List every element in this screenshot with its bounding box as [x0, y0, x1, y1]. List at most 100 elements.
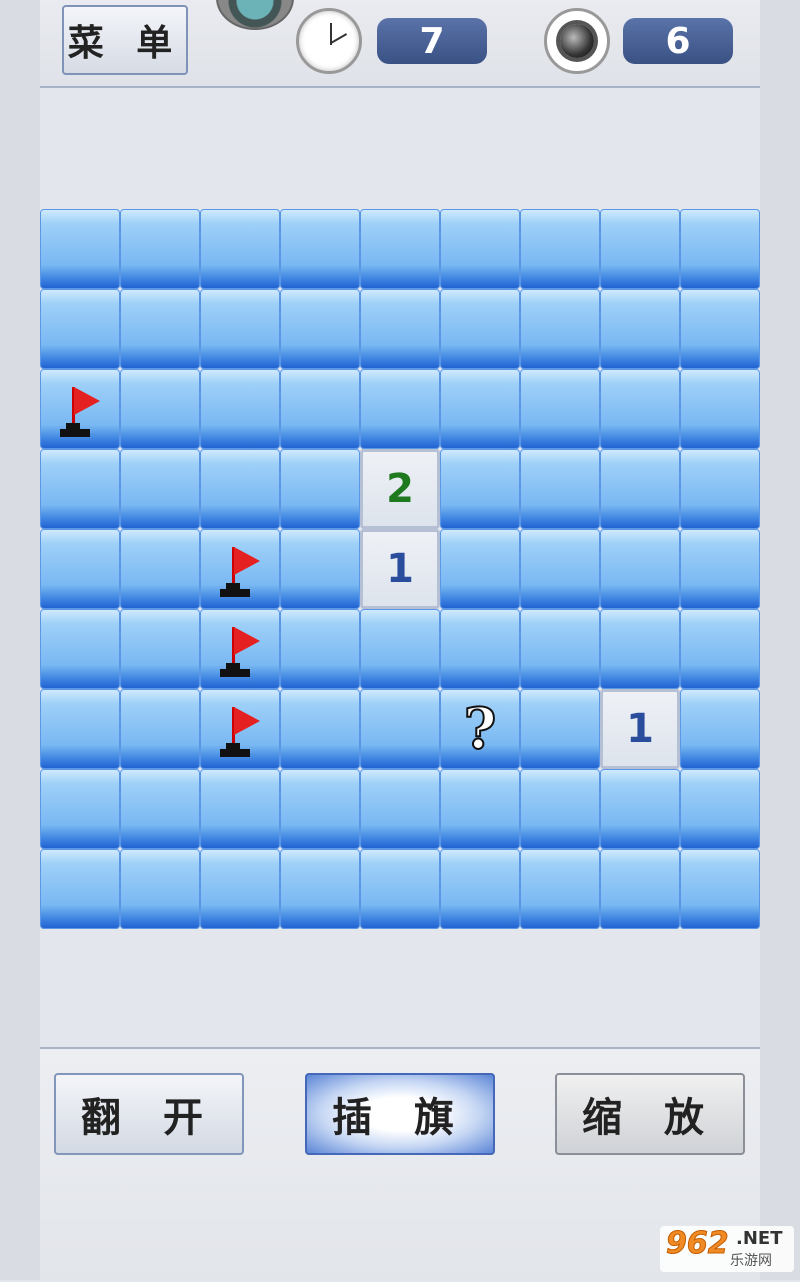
hidden-cell[interactable]: [600, 849, 680, 929]
hidden-cell[interactable]: [440, 849, 520, 929]
watermark-net: .NET: [736, 1228, 783, 1249]
flagged-cell[interactable]: [200, 689, 280, 769]
hidden-cell[interactable]: [600, 449, 680, 529]
hidden-cell[interactable]: [40, 209, 120, 289]
hidden-cell[interactable]: [120, 529, 200, 609]
hidden-cell[interactable]: [440, 369, 520, 449]
flag-icon: [220, 627, 262, 681]
hidden-cell[interactable]: [40, 449, 120, 529]
hidden-cell[interactable]: [200, 849, 280, 929]
flag-icon: [60, 387, 102, 441]
hidden-cell[interactable]: [680, 529, 760, 609]
right-margin: [760, 0, 800, 1280]
flag-button[interactable]: 插 旗: [305, 1073, 495, 1155]
hidden-cell[interactable]: [520, 449, 600, 529]
hidden-cell[interactable]: [120, 449, 200, 529]
hidden-cell[interactable]: [440, 209, 520, 289]
hidden-cell[interactable]: [600, 769, 680, 849]
hidden-cell[interactable]: [120, 209, 200, 289]
hidden-cell[interactable]: [600, 529, 680, 609]
reveal-button[interactable]: 翻 开: [54, 1073, 244, 1155]
hidden-cell[interactable]: [120, 689, 200, 769]
hidden-cell[interactable]: [440, 529, 520, 609]
flagged-cell[interactable]: [200, 609, 280, 689]
hidden-cell[interactable]: [440, 609, 520, 689]
hidden-cell[interactable]: [680, 289, 760, 369]
hidden-cell[interactable]: [200, 369, 280, 449]
hidden-cell[interactable]: [680, 609, 760, 689]
hidden-cell[interactable]: [40, 289, 120, 369]
hidden-cell[interactable]: [120, 609, 200, 689]
clock-icon: [296, 8, 362, 74]
flag-icon: [220, 707, 262, 761]
hidden-cell[interactable]: [680, 769, 760, 849]
hidden-cell[interactable]: [40, 849, 120, 929]
hidden-cell[interactable]: [520, 209, 600, 289]
hidden-cell[interactable]: [520, 849, 600, 929]
hidden-cell[interactable]: [280, 769, 360, 849]
hidden-cell[interactable]: [280, 209, 360, 289]
flagged-cell[interactable]: [40, 369, 120, 449]
revealed-cell[interactable]: 1: [360, 529, 440, 609]
hidden-cell[interactable]: [280, 529, 360, 609]
hidden-cell[interactable]: [280, 609, 360, 689]
hidden-cell[interactable]: [520, 609, 600, 689]
hidden-cell[interactable]: [520, 769, 600, 849]
hidden-cell[interactable]: [360, 369, 440, 449]
hidden-cell[interactable]: [200, 449, 280, 529]
hidden-cell[interactable]: [200, 289, 280, 369]
flagged-cell[interactable]: [200, 529, 280, 609]
hidden-cell[interactable]: [680, 449, 760, 529]
hidden-cell[interactable]: [600, 609, 680, 689]
hidden-cell[interactable]: [360, 689, 440, 769]
hidden-cell[interactable]: [200, 769, 280, 849]
hidden-cell[interactable]: [600, 209, 680, 289]
revealed-cell[interactable]: 2: [360, 449, 440, 529]
zoom-button[interactable]: 缩 放: [555, 1073, 745, 1155]
hidden-cell[interactable]: [680, 369, 760, 449]
hidden-cell[interactable]: [40, 689, 120, 769]
hidden-cell[interactable]: [40, 769, 120, 849]
hidden-cell[interactable]: [680, 689, 760, 769]
hidden-cell[interactable]: [680, 849, 760, 929]
revealed-cell[interactable]: 1: [600, 689, 680, 769]
mine-counter: 6: [623, 18, 733, 64]
question-mark-icon: ?: [463, 695, 498, 763]
hidden-cell[interactable]: [280, 849, 360, 929]
hidden-cell[interactable]: [520, 369, 600, 449]
hidden-cell[interactable]: [280, 449, 360, 529]
watermark-subtitle: 乐游网: [730, 1253, 772, 1269]
menu-button[interactable]: 菜 单: [62, 5, 188, 75]
hidden-cell[interactable]: [120, 849, 200, 929]
hidden-cell[interactable]: [600, 289, 680, 369]
hidden-cell[interactable]: [440, 449, 520, 529]
hidden-cell[interactable]: [280, 369, 360, 449]
left-margin: [0, 0, 40, 1280]
hidden-cell[interactable]: [360, 849, 440, 929]
hidden-cell[interactable]: [520, 289, 600, 369]
flag-icon: [220, 547, 262, 601]
hidden-cell[interactable]: [200, 209, 280, 289]
question-cell[interactable]: ?: [440, 689, 520, 769]
hidden-cell[interactable]: [520, 689, 600, 769]
hidden-cell[interactable]: [120, 369, 200, 449]
hidden-cell[interactable]: [120, 289, 200, 369]
hidden-cell[interactable]: [280, 289, 360, 369]
hidden-cell[interactable]: [520, 529, 600, 609]
hidden-cell[interactable]: [360, 209, 440, 289]
hidden-cell[interactable]: [40, 609, 120, 689]
watermark-number: 962: [666, 1226, 730, 1262]
hidden-cell[interactable]: [680, 209, 760, 289]
hidden-cell[interactable]: [360, 769, 440, 849]
hidden-cell[interactable]: [440, 289, 520, 369]
hidden-cell[interactable]: [40, 529, 120, 609]
mine-icon: [544, 8, 610, 74]
hidden-cell[interactable]: [360, 289, 440, 369]
hidden-cell[interactable]: [280, 689, 360, 769]
timer-counter: 7: [377, 18, 487, 64]
hidden-cell[interactable]: [360, 609, 440, 689]
hidden-cell[interactable]: [600, 369, 680, 449]
minefield-grid: 2 1? 1: [40, 209, 760, 929]
hidden-cell[interactable]: [120, 769, 200, 849]
hidden-cell[interactable]: [440, 769, 520, 849]
